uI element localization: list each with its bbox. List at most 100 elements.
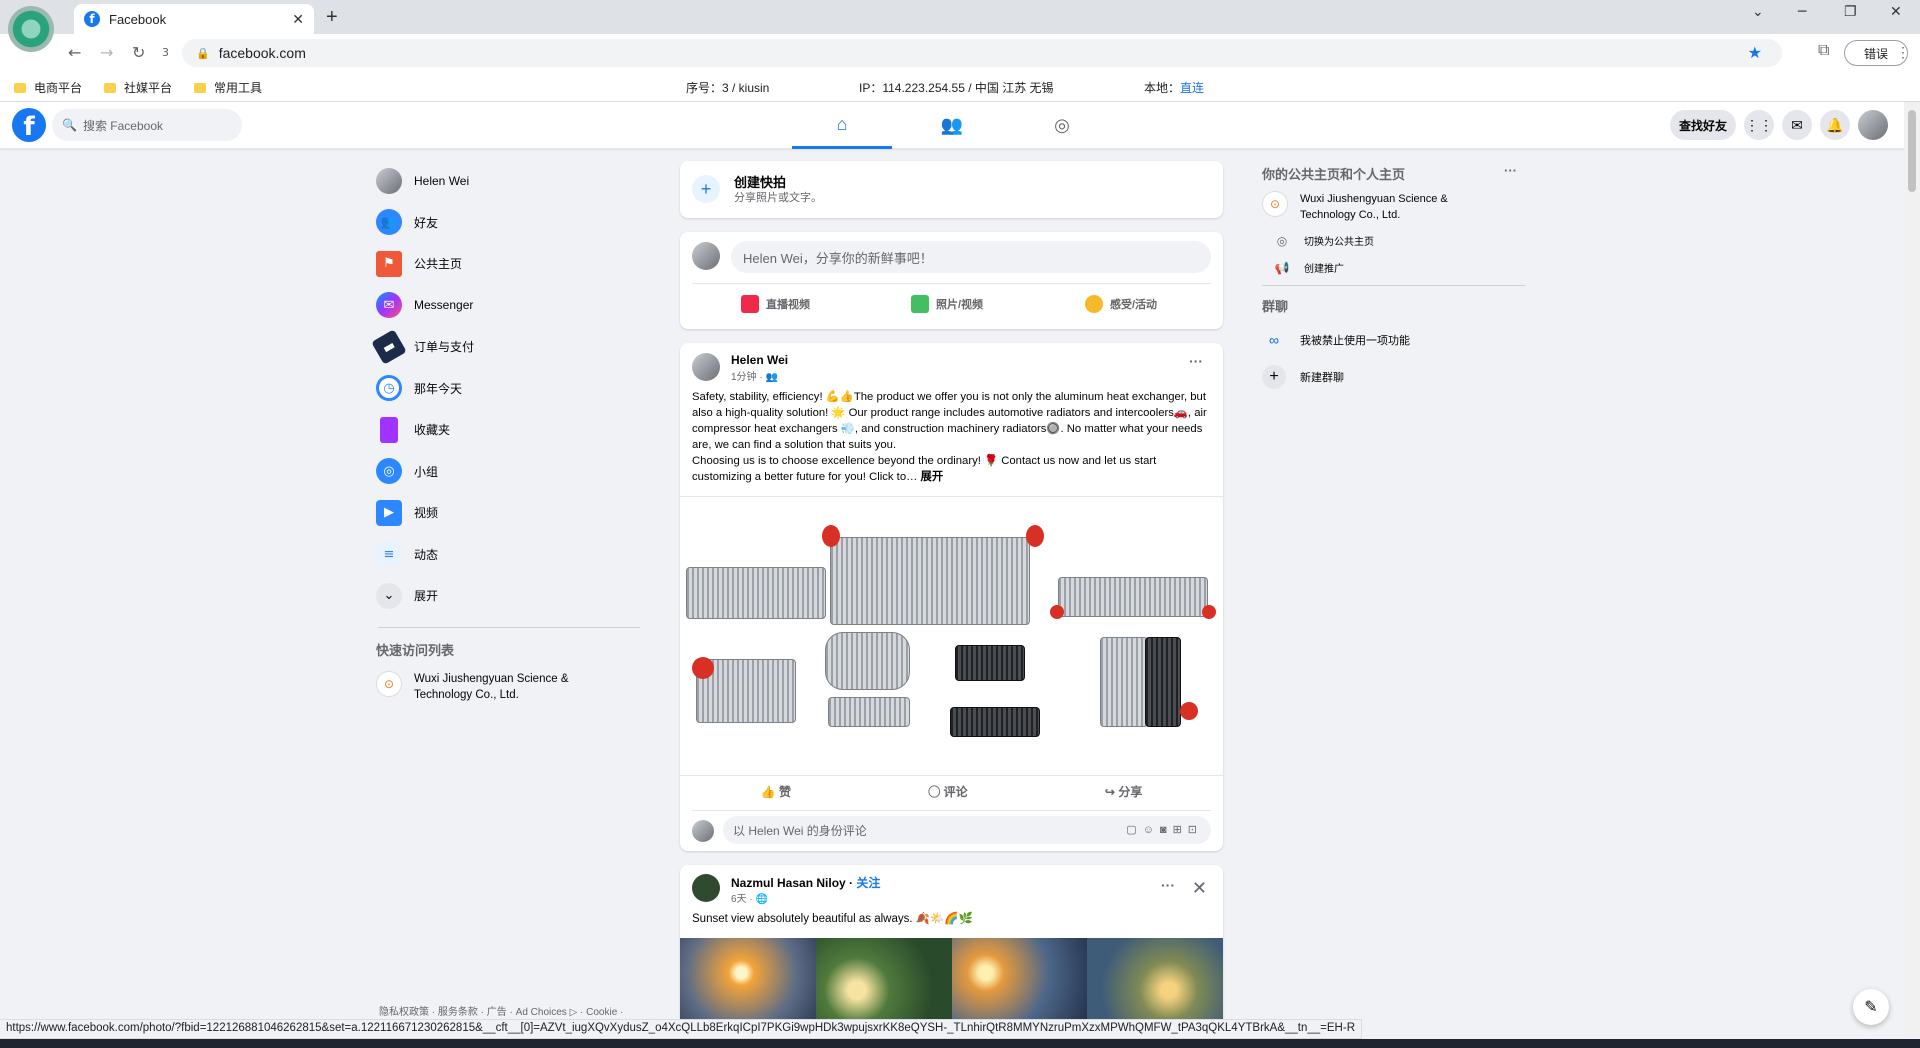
sidebar-item-orders[interactable]: ▬ 订单与支付: [371, 326, 646, 368]
forward-icon[interactable]: →: [100, 43, 113, 62]
more-options-icon[interactable]: ···: [1189, 353, 1203, 369]
bookmark-star-icon[interactable]: ★: [1748, 43, 1762, 63]
scroll-thumb[interactable]: [1908, 110, 1916, 192]
thumbs-up-icon: 👍: [760, 785, 776, 799]
facebook-logo[interactable]: f: [12, 108, 46, 142]
avatar[interactable]: [692, 820, 714, 842]
close-window-icon[interactable]: ✕: [1890, 4, 1902, 20]
radiator-image: [1058, 577, 1208, 617]
shortcut-company-page[interactable]: ⊙ Wuxi Jiushengyuan Science & Technology…: [376, 670, 646, 703]
close-icon[interactable]: ✕: [1192, 878, 1207, 899]
red-cap: [1180, 702, 1198, 720]
divider: [692, 810, 1211, 811]
bookmark-folder-tools[interactable]: 常用工具: [194, 79, 262, 96]
sidebar-item-pages[interactable]: ⚑ 公共主页: [376, 243, 646, 285]
owned-page-item[interactable]: ⊙ Wuxi Jiushengyuan Science & Technology…: [1262, 191, 1525, 223]
plus-icon: +: [1262, 365, 1286, 389]
post-photo-grid[interactable]: [680, 938, 1223, 1025]
sidebar-item-video[interactable]: ▶ 视频: [376, 492, 646, 534]
tab-friends[interactable]: 👥: [902, 102, 1002, 149]
post-text: Safety, stability, efficiency! 💪👍The pro…: [692, 391, 1207, 483]
footer-links[interactable]: 隐私权政策 · 服务条款 · 广告 · Ad Choices ▷ · Cooki…: [379, 1003, 623, 1018]
post-photo[interactable]: [680, 496, 1223, 776]
sunset-photo[interactable]: [815, 938, 952, 1025]
close-tab-icon[interactable]: ✕: [292, 11, 304, 28]
post-author[interactable]: Helen Wei: [731, 353, 788, 367]
sidebar-item-memories[interactable]: ◷ 那年今天: [376, 368, 646, 410]
sunset-photo[interactable]: [680, 938, 816, 1025]
browser-tab-strip: f Facebook ✕ + ⌄ ─ ❐ ✕: [0, 0, 1920, 34]
search-input[interactable]: 🔍 搜索 Facebook: [52, 109, 242, 141]
video-play-icon: ▶: [376, 499, 402, 526]
radiator-image: [828, 697, 910, 727]
new-message-button[interactable]: ✎: [1853, 989, 1889, 1025]
avatar[interactable]: [692, 242, 720, 270]
see-more-link[interactable]: 展开: [921, 471, 944, 483]
composer-input[interactable]: Helen Wei，分享你的新鲜事吧！: [731, 241, 1211, 273]
live-video-button[interactable]: 直播视频: [741, 295, 810, 313]
url-text: facebook.com: [218, 45, 306, 61]
restore-icon[interactable]: ❐: [1844, 4, 1857, 20]
sidebar-item-saved[interactable]: 收藏夹: [376, 409, 646, 451]
radiator-image: [825, 632, 910, 690]
create-story-card[interactable]: + 创建快拍 分享照片或文字。: [680, 161, 1223, 218]
home-icon: ⌂: [836, 113, 848, 134]
divider: [692, 283, 1211, 284]
back-icon[interactable]: ←: [68, 43, 81, 62]
account-avatar[interactable]: [1858, 110, 1888, 140]
photo-video-button[interactable]: 照片/视频: [911, 295, 983, 313]
tab-count: 3: [162, 46, 169, 59]
messenger-icon[interactable]: ✉: [1782, 110, 1812, 140]
new-group-chat-item[interactable]: + 新建群聊: [1262, 357, 1525, 397]
sidebar-item-friends[interactable]: 👥 好友: [376, 202, 646, 244]
post-timestamp[interactable]: 6天 · 🌐: [731, 890, 768, 905]
page-scrollbar[interactable]: [1904, 102, 1920, 1037]
follow-link[interactable]: 关注: [856, 876, 880, 890]
comment-tool-icons[interactable]: ▢☺◙⊞⊡: [1126, 823, 1203, 836]
plus-icon: +: [692, 175, 720, 203]
new-tab-icon[interactable]: +: [326, 6, 338, 29]
extensions-icon[interactable]: ⧉: [1818, 42, 1829, 60]
more-options-icon[interactable]: ···: [1161, 877, 1175, 893]
comment-button[interactable]: ◯ 评论: [928, 783, 967, 807]
tab-groups[interactable]: ◎: [1012, 102, 1112, 149]
avatar[interactable]: [692, 353, 720, 381]
like-button[interactable]: 👍 赞: [761, 783, 791, 807]
red-cap: [1202, 605, 1216, 619]
sunset-photo[interactable]: [951, 938, 1088, 1025]
search-placeholder: 搜索 Facebook: [82, 118, 163, 133]
sidebar-item-groups[interactable]: ◎ 小组: [376, 451, 646, 493]
sunset-photo[interactable]: [1087, 938, 1223, 1025]
avatar[interactable]: [692, 874, 720, 902]
find-friends-button[interactable]: 查找好友: [1670, 110, 1736, 140]
tab-search-icon[interactable]: ⌄: [1752, 4, 1764, 20]
sidebar-item-feeds[interactable]: ≡ 动态: [376, 534, 646, 576]
more-options-icon[interactable]: ···: [1504, 163, 1517, 178]
radiator-image: [1145, 637, 1181, 727]
sidebar-item-expand[interactable]: ⌄ 展开: [376, 575, 646, 617]
browser-tab[interactable]: f Facebook ✕: [74, 4, 314, 34]
tab-home[interactable]: ⌂: [792, 102, 892, 149]
reload-icon[interactable]: ↻: [132, 43, 145, 62]
bookmark-folder-social[interactable]: 社媒平台: [104, 79, 172, 96]
radiator-image: [950, 707, 1040, 737]
post-timestamp[interactable]: 1分钟 · 👥: [731, 368, 778, 383]
menu-grid-icon[interactable]: ⋮⋮: [1744, 110, 1774, 140]
switch-to-page-item[interactable]: ◎ 切换为公共主页: [1262, 233, 1525, 249]
restricted-feature-item[interactable]: ∞ 我被禁止使用一项功能: [1262, 323, 1525, 357]
sidebar-item-profile[interactable]: Helen Wei: [376, 160, 646, 202]
create-promotion-item[interactable]: 📢 创建推广: [1262, 260, 1525, 276]
comment-input[interactable]: 以 Helen Wei 的身份评论 ▢☺◙⊞⊡: [723, 816, 1211, 844]
share-button[interactable]: ↪ 分享: [1105, 783, 1142, 807]
browser-menu-icon[interactable]: ⋮: [1896, 44, 1910, 61]
feeling-activity-button[interactable]: 感受/活动: [1085, 295, 1157, 313]
bookmark-folder-ecommerce[interactable]: 电商平台: [14, 79, 82, 96]
feeds-icon: ≡: [376, 541, 402, 568]
url-field[interactable]: 🔒 facebook.com ★: [182, 39, 1782, 67]
notifications-bell-icon[interactable]: 🔔: [1820, 110, 1850, 140]
sidebar-item-messenger[interactable]: ✉ Messenger: [376, 285, 646, 327]
direct-link[interactable]: 直连: [1180, 81, 1204, 95]
red-cap: [1050, 605, 1064, 619]
post-author[interactable]: Nazmul Hasan Niloy · 关注: [731, 874, 880, 891]
minimize-icon[interactable]: ─: [1798, 4, 1806, 20]
